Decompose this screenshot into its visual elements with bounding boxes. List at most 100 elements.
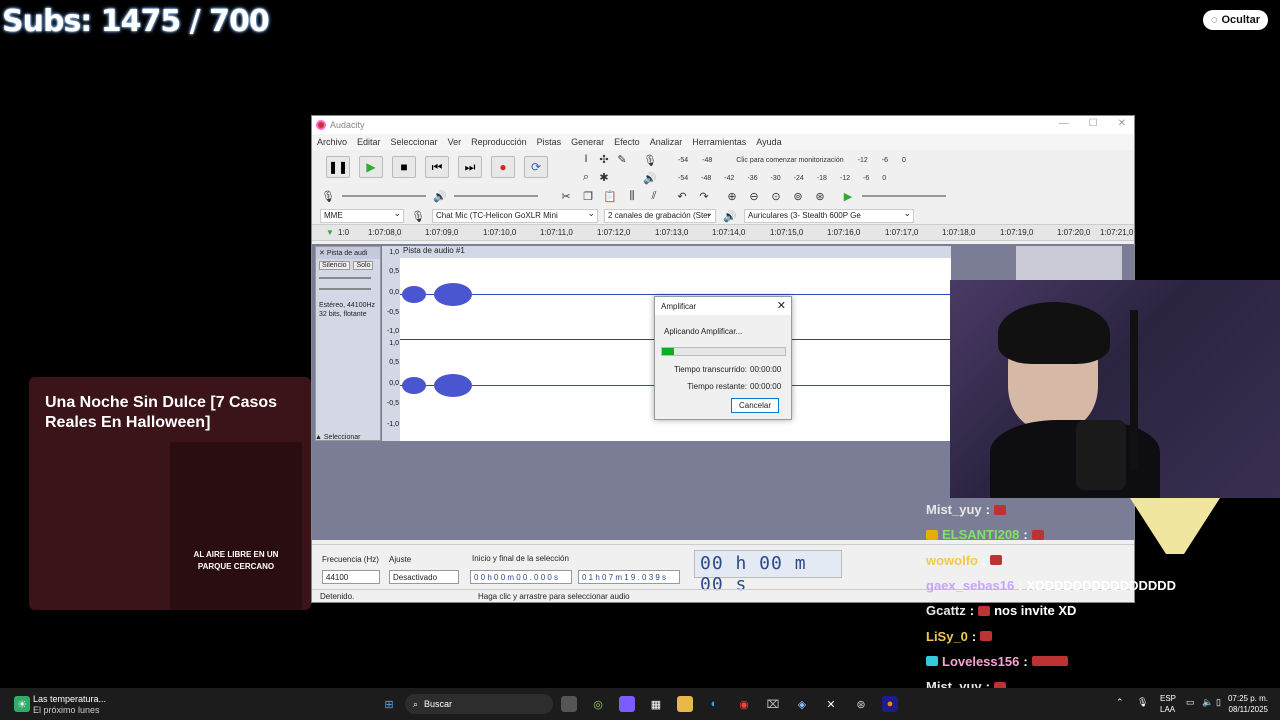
track-name-menu[interactable]: Pista de audi: [327, 250, 367, 257]
pan-slider[interactable]: [316, 283, 380, 294]
cut-icon[interactable]: ✂: [558, 188, 574, 204]
menu-generar[interactable]: Generar: [571, 137, 604, 147]
hide-button[interactable]: ◌ Ocultar: [1202, 10, 1268, 30]
menu-reproduccion[interactable]: Reproducción: [471, 137, 527, 147]
selection-end[interactable]: 0 1 h 0 7 m 1 9 . 0 3 9 s: [578, 570, 680, 584]
loop-button[interactable]: ⟳: [524, 156, 548, 178]
copilot-icon[interactable]: [619, 696, 635, 712]
terminal-icon[interactable]: ⌧: [765, 696, 781, 712]
windows-start-icon[interactable]: ⊞: [381, 696, 397, 712]
timeline-ruler[interactable]: ▼ 1:0 1:07:08,0 1:07:09,0 1:07:10,0 1:07…: [312, 224, 1134, 241]
audio-position[interactable]: 00 h 00 m 00 s: [694, 550, 842, 595]
menu-archivo[interactable]: Archivo: [317, 137, 347, 147]
edge-icon[interactable]: ◐: [706, 696, 722, 712]
menu-efecto[interactable]: Efecto: [614, 137, 640, 147]
skip-start-button[interactable]: ⏮: [425, 156, 449, 178]
record-meter[interactable]: 🎙 -54 -48 Clic para comenzar monitorizac…: [642, 152, 906, 168]
menu-pistas[interactable]: Pistas: [537, 137, 562, 147]
clock[interactable]: 07:25 p. m. 08/11/2025: [1228, 693, 1268, 715]
store-icon[interactable]: ▦: [648, 696, 664, 712]
emote-icon: [978, 605, 991, 616]
redo-icon[interactable]: ↷: [696, 188, 712, 204]
dialog-message: Aplicando Amplificar...: [664, 327, 743, 336]
menu-seleccionar[interactable]: Seleccionar: [391, 137, 438, 147]
menu-ver[interactable]: Ver: [448, 137, 462, 147]
maximize-icon[interactable]: ☐: [1089, 118, 1098, 129]
obs-icon[interactable]: ⊛: [853, 696, 869, 712]
zoom-in-icon[interactable]: ⊕: [724, 188, 740, 204]
collapse-icon: ▲: [315, 434, 322, 441]
menu-analizar[interactable]: Analizar: [650, 137, 683, 147]
playback-volume-slider[interactable]: [454, 195, 538, 197]
select-button[interactable]: ▲ Seleccionar: [315, 434, 381, 441]
host-select[interactable]: MME: [320, 209, 404, 223]
volume-icon[interactable]: 🔈: [1202, 697, 1213, 708]
tray-mic-icon[interactable]: 🎙: [1137, 697, 1148, 708]
fit-selection-icon[interactable]: ⊙: [768, 188, 784, 204]
taskbar-search[interactable]: ⌕ Buscar: [405, 694, 553, 714]
scale-label: 0,0: [389, 289, 399, 296]
close-icon[interactable]: ✕: [777, 299, 786, 312]
trim-icon[interactable]: ⫼: [624, 188, 640, 204]
undo-icon[interactable]: ↶: [674, 188, 690, 204]
weather-line1[interactable]: Las temperatura...: [33, 694, 106, 704]
skip-end-button[interactable]: ⏭: [458, 156, 482, 178]
audacity-taskbar-icon[interactable]: ●: [882, 696, 898, 712]
xbox-icon[interactable]: ◎: [590, 696, 606, 712]
copy-icon[interactable]: ❐: [580, 188, 596, 204]
envelope-tool-icon[interactable]: ✣: [596, 151, 612, 167]
cancel-button[interactable]: Cancelar: [731, 398, 779, 413]
emote-icon: [1031, 529, 1044, 540]
paste-icon[interactable]: 📋: [602, 188, 618, 204]
microphone-arm: [1130, 310, 1138, 470]
weather-icon[interactable]: ☀: [14, 696, 30, 712]
network-icon[interactable]: ▭: [1186, 697, 1195, 708]
minimize-icon[interactable]: —: [1059, 118, 1069, 129]
monitor-hint[interactable]: Clic para comenzar monitorización: [736, 157, 843, 164]
multi-tool-icon[interactable]: ✱: [596, 169, 612, 185]
close-icon[interactable]: ✕: [1118, 118, 1126, 129]
stop-button[interactable]: ■: [392, 156, 416, 178]
capcut-icon[interactable]: ✕: [823, 696, 839, 712]
playback-meter[interactable]: 🔊 -54 -48 -42 -36 -30 -24 -18 -12 -6 0: [642, 170, 886, 186]
meter-tick: -48: [701, 174, 712, 182]
zoom-out-icon[interactable]: ⊖: [746, 188, 762, 204]
weather-line2: El próximo lunes: [33, 705, 100, 715]
menu-editar[interactable]: Editar: [357, 137, 381, 147]
pause-button[interactable]: ❚❚: [326, 156, 350, 178]
project-rate-select[interactable]: 44100: [322, 570, 380, 584]
mic-volume-slider[interactable]: [342, 195, 426, 197]
chrome-icon[interactable]: ◉: [736, 696, 752, 712]
selection-label[interactable]: Inicio y final de la selección: [472, 554, 569, 563]
channels-select[interactable]: 2 canales de grabación (Ster: [604, 209, 716, 223]
output-select[interactable]: Auriculares (3- Stealth 600P Ge: [744, 209, 914, 223]
task-view-icon[interactable]: [561, 696, 577, 712]
record-button[interactable]: ●: [491, 156, 515, 178]
mic-select[interactable]: Chat Mic (TC-Helicon GoXLR Mini: [432, 209, 598, 223]
fit-project-icon[interactable]: ⊚: [790, 188, 806, 204]
play-button[interactable]: ▶: [359, 156, 383, 178]
video-card[interactable]: Una Noche Sin Dulce [7 Casos Reales En H…: [29, 377, 311, 610]
gain-slider[interactable]: [316, 272, 380, 283]
selection-tool-icon[interactable]: I: [578, 151, 594, 167]
menu-herramientas[interactable]: Herramientas: [692, 137, 746, 147]
steam-icon[interactable]: ◈: [794, 696, 810, 712]
tray-chevron-icon[interactable]: ⌃: [1116, 697, 1124, 708]
video-caption-line: PARQUE CERCANO: [197, 562, 275, 571]
track-close-icon[interactable]: ✕: [319, 250, 325, 257]
snap-select[interactable]: Desactivado: [389, 570, 459, 584]
language-indicator[interactable]: ESP LAA: [1160, 693, 1176, 715]
mute-button[interactable]: Silencio: [319, 261, 350, 270]
file-explorer-icon[interactable]: [677, 696, 693, 712]
timeline-tick: 1:07:21,0: [1100, 228, 1134, 237]
zoom-toggle-icon[interactable]: ⊛: [812, 188, 828, 204]
silence-icon[interactable]: ⫽: [646, 188, 662, 204]
menu-ayuda[interactable]: Ayuda: [756, 137, 781, 147]
draw-tool-icon[interactable]: ✎: [614, 151, 630, 167]
battery-icon[interactable]: ▯: [1216, 697, 1221, 708]
play-at-speed-icon[interactable]: ▶: [840, 188, 856, 204]
solo-button[interactable]: Solo: [353, 261, 374, 270]
zoom-tool-icon[interactable]: ⌕: [578, 169, 594, 185]
play-speed-slider[interactable]: [862, 195, 946, 197]
selection-start[interactable]: 0 0 h 0 0 m 0 0 . 0 0 0 s: [470, 570, 572, 584]
